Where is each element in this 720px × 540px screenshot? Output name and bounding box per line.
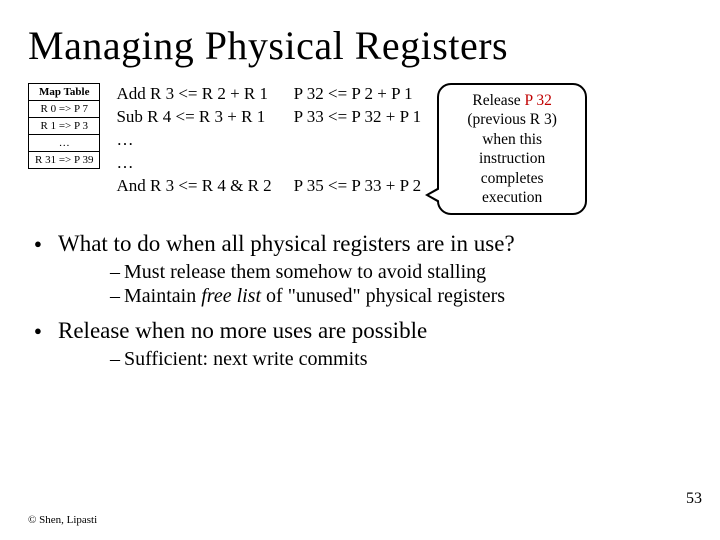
sub-bullet-text: Sufficient: next write commits <box>124 348 367 370</box>
code-column: Add R 3 <= R 2 + R 1 Sub R 4 <= R 3 + R … <box>116 83 271 198</box>
callout-text: (previous R 3) <box>449 110 575 129</box>
map-table: Map Table R 0 => P 7 R 1 => P 3 … R 31 =… <box>28 83 100 169</box>
page-number: 53 <box>686 490 702 508</box>
callout-text: execution <box>449 188 575 207</box>
code-line: … <box>116 152 271 175</box>
bullet-text: Release when no more uses are possible <box>58 318 427 343</box>
sub-bullet-list: –Sufficient: next write commits <box>58 348 692 371</box>
map-table-row: R 0 => P 7 <box>29 101 100 118</box>
code-line: … <box>116 129 271 152</box>
map-table-row: R 31 => P 39 <box>29 152 100 169</box>
bullet-item: Release when no more uses are possible –… <box>28 318 692 371</box>
free-list-term: free list <box>201 285 261 307</box>
sub-bullet-text: Maintain <box>124 285 201 307</box>
renamed-column: P 32 <= P 2 + P 1 P 33 <= P 32 + P 1 P 3… <box>294 83 421 198</box>
renamed-line <box>294 129 421 152</box>
bullet-item: What to do when all physical registers a… <box>28 231 692 308</box>
sub-bullet-text: Must release them somehow to avoid stall… <box>124 261 486 283</box>
bullet-text: What to do when all physical registers a… <box>58 231 515 256</box>
code-line: And R 3 <= R 4 & R 2 <box>116 175 271 198</box>
renamed-line <box>294 152 421 175</box>
callout-text: when this <box>449 130 575 149</box>
map-table-row: … <box>29 135 100 152</box>
renamed-line: P 33 <= P 32 + P 1 <box>294 106 421 129</box>
callout-text: Release <box>472 92 524 109</box>
map-table-header: Map Table <box>29 84 100 101</box>
renamed-line: P 32 <= P 2 + P 1 <box>294 83 421 106</box>
callout-register: P 32 <box>524 92 551 109</box>
sub-bullet-item: –Must release them somehow to avoid stal… <box>58 261 692 284</box>
bullet-list: What to do when all physical registers a… <box>28 231 692 371</box>
callout-text: instruction <box>449 149 575 168</box>
example-row: Map Table R 0 => P 7 R 1 => P 3 … R 31 =… <box>28 83 692 215</box>
sub-bullet-item: –Maintain free list of "unused" physical… <box>58 285 692 308</box>
sub-bullet-text: of "unused" physical registers <box>261 285 505 307</box>
map-table-row: R 1 => P 3 <box>29 118 100 135</box>
sub-bullet-item: –Sufficient: next write commits <box>58 348 692 371</box>
copyright: © Shen, Lipasti <box>28 514 97 526</box>
release-callout: Release P 32 (previous R 3) when this in… <box>437 83 587 215</box>
code-line: Add R 3 <= R 2 + R 1 <box>116 83 271 106</box>
code-line: Sub R 4 <= R 3 + R 1 <box>116 106 271 129</box>
callout-text: completes <box>449 169 575 188</box>
callout-wrap: Release P 32 (previous R 3) when this in… <box>437 83 587 215</box>
renamed-line: P 35 <= P 33 + P 2 <box>294 175 421 198</box>
slide-title: Managing Physical Registers <box>28 22 692 69</box>
sub-bullet-list: –Must release them somehow to avoid stal… <box>58 261 692 308</box>
